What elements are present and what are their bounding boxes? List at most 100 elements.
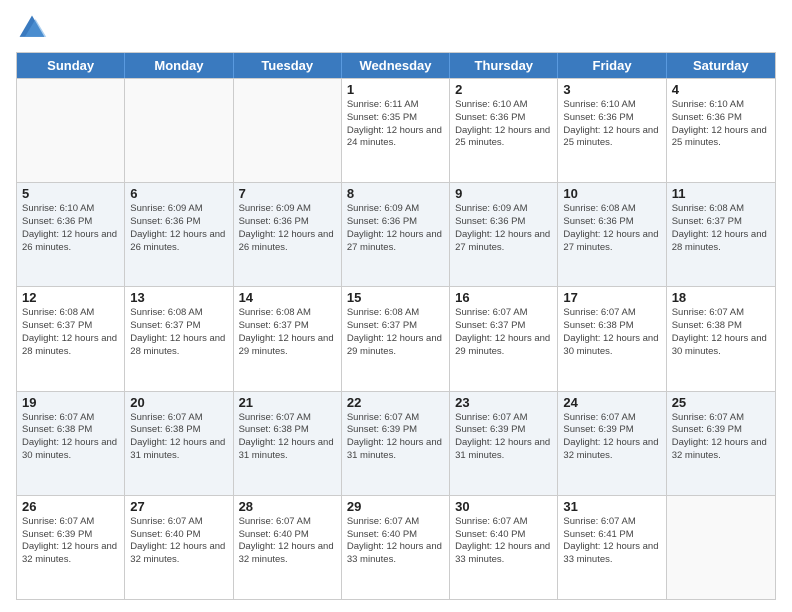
page: SundayMondayTuesdayWednesdayThursdayFrid… [0,0,792,612]
day-info: Sunrise: 6:08 AM Sunset: 6:36 PM Dayligh… [563,203,660,254]
day-number: 29 [347,499,444,514]
day-info: Sunrise: 6:07 AM Sunset: 6:38 PM Dayligh… [22,412,119,463]
day-info: Sunrise: 6:07 AM Sunset: 6:39 PM Dayligh… [347,412,444,463]
day-number: 8 [347,186,444,201]
day-number: 16 [455,290,552,305]
calendar-cell: 29 Sunrise: 6:07 AM Sunset: 6:40 PM Dayli… [342,496,450,599]
day-info: Sunrise: 6:10 AM Sunset: 6:36 PM Dayligh… [455,99,552,150]
calendar-cell: 7 Sunrise: 6:09 AM Sunset: 6:36 PM Daylig… [234,183,342,286]
day-info: Sunrise: 6:10 AM Sunset: 6:36 PM Dayligh… [672,99,770,150]
day-info: Sunrise: 6:08 AM Sunset: 6:37 PM Dayligh… [130,307,227,358]
day-number: 31 [563,499,660,514]
calendar-cell: 31 Sunrise: 6:07 AM Sunset: 6:41 PM Dayli… [558,496,666,599]
calendar-cell [234,79,342,182]
day-number: 13 [130,290,227,305]
day-number: 12 [22,290,119,305]
day-number: 24 [563,395,660,410]
calendar-cell: 30 Sunrise: 6:07 AM Sunset: 6:40 PM Dayli… [450,496,558,599]
calendar-cell: 22 Sunrise: 6:07 AM Sunset: 6:39 PM Dayli… [342,392,450,495]
day-info: Sunrise: 6:09 AM Sunset: 6:36 PM Dayligh… [347,203,444,254]
calendar-cell: 3 Sunrise: 6:10 AM Sunset: 6:36 PM Daylig… [558,79,666,182]
calendar-row-1: 5 Sunrise: 6:10 AM Sunset: 6:36 PM Daylig… [17,182,775,286]
calendar-cell: 6 Sunrise: 6:09 AM Sunset: 6:36 PM Daylig… [125,183,233,286]
calendar-cell: 24Sunrise: 6:07 AM Sunset: 6:39 PM Dayli… [558,392,666,495]
logo-icon [16,12,48,44]
calendar-cell: 26 Sunrise: 6:07 AM Sunset: 6:39 PM Dayli… [17,496,125,599]
calendar-body: 1 Sunrise: 6:11 AM Sunset: 6:35 PM Daylig… [17,78,775,599]
day-info: Sunrise: 6:08 AM Sunset: 6:37 PM Dayligh… [672,203,770,254]
day-number: 10 [563,186,660,201]
header-day-wednesday: Wednesday [342,53,450,78]
day-info: Sunrise: 6:09 AM Sunset: 6:36 PM Dayligh… [130,203,227,254]
calendar-cell: 14Sunrise: 6:08 AM Sunset: 6:37 PM Dayli… [234,287,342,390]
day-info: Sunrise: 6:08 AM Sunset: 6:37 PM Dayligh… [347,307,444,358]
day-info: Sunrise: 6:11 AM Sunset: 6:35 PM Dayligh… [347,99,444,150]
calendar-cell: 16 Sunrise: 6:07 AM Sunset: 6:37 PM Dayli… [450,287,558,390]
day-info: Sunrise: 6:07 AM Sunset: 6:38 PM Dayligh… [239,412,336,463]
day-number: 4 [672,82,770,97]
calendar-cell [667,496,775,599]
day-info: Sunrise: 6:10 AM Sunset: 6:36 PM Dayligh… [563,99,660,150]
day-info: Sunrise: 6:07 AM Sunset: 6:41 PM Dayligh… [563,516,660,567]
calendar-cell: 12 Sunrise: 6:08 AM Sunset: 6:37 PM Dayli… [17,287,125,390]
calendar-row-3: 19 Sunrise: 6:07 AM Sunset: 6:38 PM Dayli… [17,391,775,495]
header-day-monday: Monday [125,53,233,78]
day-info: Sunrise: 6:07 AM Sunset: 6:40 PM Dayligh… [130,516,227,567]
calendar-cell: 11 Sunrise: 6:08 AM Sunset: 6:37 PM Dayli… [667,183,775,286]
day-number: 3 [563,82,660,97]
day-number: 30 [455,499,552,514]
day-number: 17 [563,290,660,305]
day-number: 22 [347,395,444,410]
calendar-cell: 5 Sunrise: 6:10 AM Sunset: 6:36 PM Daylig… [17,183,125,286]
day-number: 21 [239,395,336,410]
calendar-cell: 21 Sunrise: 6:07 AM Sunset: 6:38 PM Dayli… [234,392,342,495]
calendar-cell: 20 Sunrise: 6:07 AM Sunset: 6:38 PM Dayli… [125,392,233,495]
day-info: Sunrise: 6:07 AM Sunset: 6:38 PM Dayligh… [130,412,227,463]
calendar-cell: 25Sunrise: 6:07 AM Sunset: 6:39 PM Dayli… [667,392,775,495]
day-number: 9 [455,186,552,201]
day-number: 14 [239,290,336,305]
calendar-cell: 28Sunrise: 6:07 AM Sunset: 6:40 PM Dayli… [234,496,342,599]
day-number: 5 [22,186,119,201]
header-day-thursday: Thursday [450,53,558,78]
day-info: Sunrise: 6:10 AM Sunset: 6:36 PM Dayligh… [22,203,119,254]
day-number: 20 [130,395,227,410]
day-number: 7 [239,186,336,201]
header-day-tuesday: Tuesday [234,53,342,78]
calendar-cell: 2 Sunrise: 6:10 AM Sunset: 6:36 PM Daylig… [450,79,558,182]
calendar-cell: 13 Sunrise: 6:08 AM Sunset: 6:37 PM Dayli… [125,287,233,390]
calendar-cell: 23Sunrise: 6:07 AM Sunset: 6:39 PM Dayli… [450,392,558,495]
logo [16,12,52,44]
day-info: Sunrise: 6:07 AM Sunset: 6:40 PM Dayligh… [239,516,336,567]
day-info: Sunrise: 6:08 AM Sunset: 6:37 PM Dayligh… [22,307,119,358]
day-number: 11 [672,186,770,201]
day-info: Sunrise: 6:07 AM Sunset: 6:39 PM Dayligh… [455,412,552,463]
day-number: 2 [455,82,552,97]
day-info: Sunrise: 6:07 AM Sunset: 6:37 PM Dayligh… [455,307,552,358]
calendar-cell [17,79,125,182]
day-number: 26 [22,499,119,514]
day-info: Sunrise: 6:09 AM Sunset: 6:36 PM Dayligh… [455,203,552,254]
day-info: Sunrise: 6:09 AM Sunset: 6:36 PM Dayligh… [239,203,336,254]
calendar-row-0: 1 Sunrise: 6:11 AM Sunset: 6:35 PM Daylig… [17,78,775,182]
day-number: 18 [672,290,770,305]
calendar-cell: 1 Sunrise: 6:11 AM Sunset: 6:35 PM Daylig… [342,79,450,182]
day-info: Sunrise: 6:07 AM Sunset: 6:38 PM Dayligh… [563,307,660,358]
day-number: 19 [22,395,119,410]
day-info: Sunrise: 6:07 AM Sunset: 6:40 PM Dayligh… [455,516,552,567]
day-number: 6 [130,186,227,201]
header-day-saturday: Saturday [667,53,775,78]
day-number: 25 [672,395,770,410]
calendar-header: SundayMondayTuesdayWednesdayThursdayFrid… [17,53,775,78]
day-info: Sunrise: 6:07 AM Sunset: 6:40 PM Dayligh… [347,516,444,567]
day-number: 27 [130,499,227,514]
calendar-cell: 19 Sunrise: 6:07 AM Sunset: 6:38 PM Dayli… [17,392,125,495]
calendar-row-4: 26 Sunrise: 6:07 AM Sunset: 6:39 PM Dayli… [17,495,775,599]
calendar-cell: 27 Sunrise: 6:07 AM Sunset: 6:40 PM Dayli… [125,496,233,599]
day-info: Sunrise: 6:07 AM Sunset: 6:39 PM Dayligh… [22,516,119,567]
day-number: 15 [347,290,444,305]
day-info: Sunrise: 6:07 AM Sunset: 6:38 PM Dayligh… [672,307,770,358]
day-number: 1 [347,82,444,97]
calendar-cell: 8 Sunrise: 6:09 AM Sunset: 6:36 PM Daylig… [342,183,450,286]
header-day-friday: Friday [558,53,666,78]
